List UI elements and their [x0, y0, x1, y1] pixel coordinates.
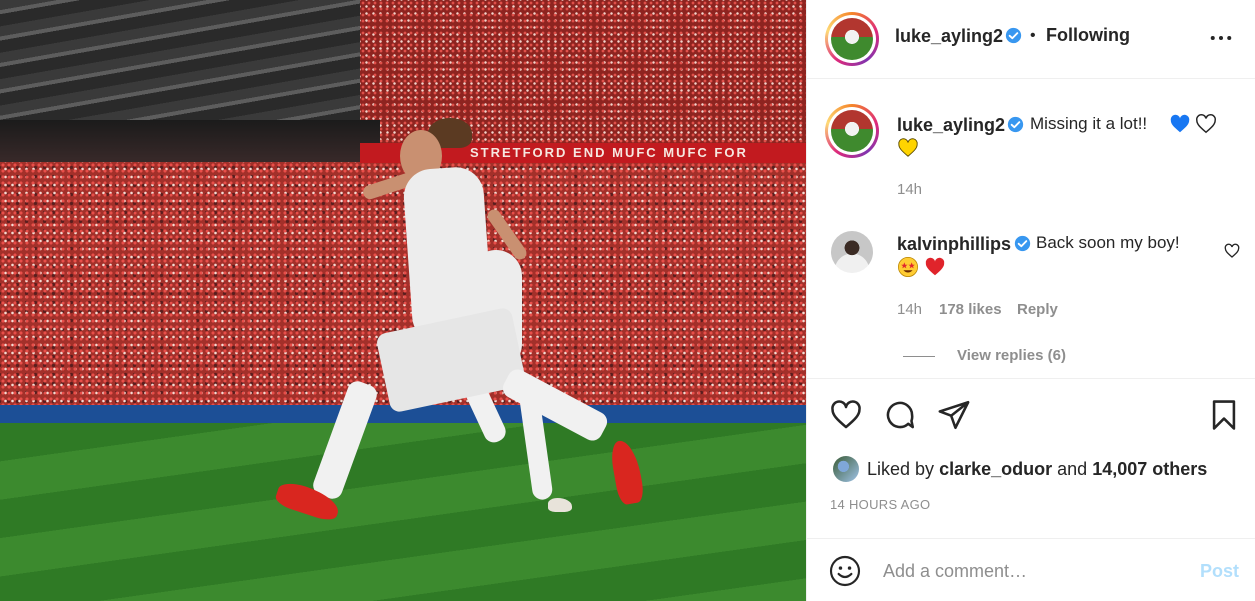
liked-by-user[interactable]: clarke_oduor: [939, 459, 1052, 479]
post-side-panel: luke_ayling2 • Following luke_ayling2 Mi…: [806, 0, 1255, 601]
comment-likes[interactable]: 178 likes: [939, 301, 1002, 318]
caption-text: Missing it a lot!!: [1030, 114, 1148, 133]
view-replies-button[interactable]: View replies (6): [957, 347, 1066, 364]
player-boot-right: [608, 438, 646, 506]
main-player: [270, 110, 650, 540]
like-comment-heart-icon[interactable]: [1224, 243, 1240, 259]
comment-time[interactable]: 14h: [897, 301, 922, 318]
comment-username[interactable]: kalvinphillips: [897, 234, 1011, 255]
heart-icon[interactable]: [829, 398, 863, 432]
replies-divider-line: [903, 356, 935, 357]
post-header: luke_ayling2 • Following: [807, 0, 1255, 79]
bookmark-icon[interactable]: [1207, 398, 1241, 432]
following-button[interactable]: Following: [1046, 25, 1130, 46]
liked-by-prefix: Liked by: [867, 459, 935, 479]
comment-text: Back soon my boy!: [1036, 233, 1180, 252]
caption-time[interactable]: 14h: [897, 181, 922, 198]
follow-separator: •: [1030, 27, 1036, 44]
commenter-avatar[interactable]: [831, 231, 873, 273]
white-heart-icon: [1196, 114, 1216, 134]
liked-by-and: and: [1057, 459, 1088, 479]
comments-section: luke_ayling2 Missing it a lot!! 14h kalv…: [807, 80, 1255, 377]
yellow-heart-icon: [898, 138, 918, 157]
verified-badge-icon: [1014, 235, 1031, 252]
star-struck-icon: [898, 257, 918, 277]
share-icon[interactable]: [937, 398, 971, 432]
add-comment-bar: Post: [807, 538, 1255, 601]
verified-badge-icon: [1005, 27, 1022, 44]
more-options-icon[interactable]: [1210, 34, 1232, 42]
caption-avatar-ring[interactable]: [825, 104, 879, 158]
author-username[interactable]: luke_ayling2: [895, 26, 1003, 47]
author-avatar[interactable]: [831, 18, 873, 60]
post-actions: Liked by clarke_oduor and 14,007 others …: [807, 378, 1255, 538]
liked-by-avatar[interactable]: [833, 456, 859, 482]
add-comment-input[interactable]: [883, 557, 1183, 585]
red-heart-icon: [925, 257, 945, 276]
comment-reply-button[interactable]: Reply: [1017, 301, 1058, 318]
liked-by-others[interactable]: 14,007 others: [1092, 459, 1207, 479]
blue-heart-icon: [1170, 114, 1190, 133]
posted-time-ago[interactable]: 14 HOURS AGO: [830, 497, 930, 512]
liked-by-text: Liked by clarke_oduor and 14,007 others: [867, 459, 1207, 480]
caption-username[interactable]: luke_ayling2: [897, 115, 1005, 136]
verified-badge-icon: [1007, 116, 1024, 133]
post-comment-button[interactable]: Post: [1200, 561, 1239, 582]
author-avatar-ring[interactable]: [825, 12, 879, 66]
post-photo[interactable]: STRETFORD END MUFC MUFC FOR: [0, 0, 806, 601]
caption-avatar[interactable]: [831, 110, 873, 152]
comment-icon[interactable]: [883, 398, 917, 432]
emoji-picker-icon[interactable]: [829, 555, 861, 587]
